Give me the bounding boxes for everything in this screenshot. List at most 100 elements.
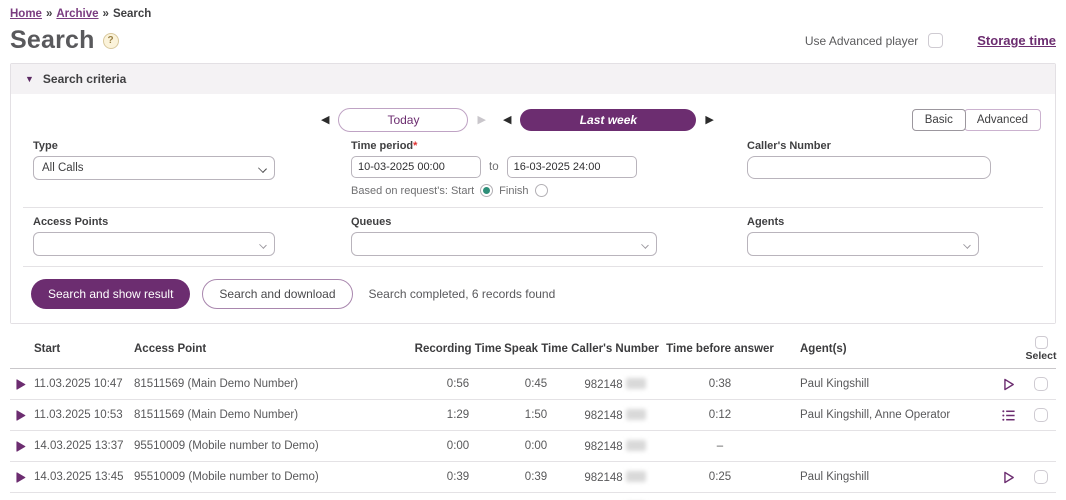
redacted-blur bbox=[626, 471, 646, 482]
table-row[interactable]: 11.03.2025 10:53 81511569 (Main Demo Num… bbox=[10, 400, 1056, 431]
redacted-blur bbox=[626, 378, 646, 389]
row-action-cell bbox=[990, 377, 1026, 392]
col-callers-number: Caller's Number bbox=[570, 343, 660, 355]
finish-radio[interactable] bbox=[535, 184, 548, 197]
row-recording-time: 0:39 bbox=[414, 471, 502, 483]
play-icon[interactable] bbox=[14, 471, 27, 484]
search-criteria-header[interactable]: ▼ Search criteria bbox=[11, 64, 1055, 94]
start-radio[interactable] bbox=[480, 184, 493, 197]
row-play-cell bbox=[10, 440, 34, 453]
breadcrumb-separator: » bbox=[103, 8, 109, 20]
breadcrumb: Home»Archive»Search bbox=[10, 8, 1056, 20]
col-access-point: Access Point bbox=[134, 343, 414, 355]
col-select: Select bbox=[1026, 336, 1056, 362]
row-select-checkbox[interactable] bbox=[1034, 377, 1048, 391]
row-start: 11.03.2025 10:53 bbox=[34, 409, 134, 421]
select-all-checkbox[interactable] bbox=[1035, 336, 1048, 349]
play-outline-icon[interactable] bbox=[1001, 377, 1016, 392]
redacted-blur bbox=[626, 440, 646, 451]
table-header-row: Start Access Point Recording Time Speak … bbox=[10, 328, 1056, 369]
row-caller-number: 982148 bbox=[570, 378, 660, 391]
row-caller-number: 982148 bbox=[570, 440, 660, 453]
play-icon[interactable] bbox=[14, 409, 27, 422]
queues-select[interactable] bbox=[351, 232, 657, 256]
fields-row-1: Type All Calls Time period* to Based on … bbox=[11, 134, 1055, 197]
chevron-down-icon bbox=[258, 164, 267, 173]
help-icon[interactable]: ? bbox=[103, 33, 119, 49]
queues-field: Queues bbox=[351, 216, 657, 256]
row-start: 11.03.2025 10:47 bbox=[34, 378, 134, 390]
row-speak-time: 0:39 bbox=[502, 471, 570, 483]
advanced-mode-button[interactable]: Advanced bbox=[964, 109, 1041, 131]
callers-number-field: Caller's Number bbox=[747, 140, 991, 197]
row-access-point: 81511569 (Main Demo Number) bbox=[134, 378, 414, 390]
collapse-triangle-icon: ▼ bbox=[25, 75, 34, 84]
last-week-button[interactable]: Last week bbox=[520, 109, 696, 131]
play-icon[interactable] bbox=[14, 378, 27, 391]
time-period-label: Time period* bbox=[351, 140, 651, 152]
table-row[interactable]: 14.03.2025 13:37 95510009 (Mobile number… bbox=[10, 431, 1056, 462]
callers-number-label: Caller's Number bbox=[747, 140, 991, 152]
time-period-from-input[interactable] bbox=[351, 156, 481, 178]
table-body: 11.03.2025 10:47 81511569 (Main Demo Num… bbox=[10, 369, 1056, 500]
basic-mode-button[interactable]: Basic bbox=[912, 109, 966, 131]
callers-number-input[interactable] bbox=[747, 156, 991, 179]
use-advanced-player-label: Use Advanced player bbox=[805, 34, 918, 48]
play-outline-icon[interactable] bbox=[1001, 470, 1016, 485]
prev-week-arrow-icon[interactable]: ◀ bbox=[503, 115, 511, 126]
chevron-down-icon bbox=[963, 241, 971, 249]
archive-search-page: Home»Archive»Search Search ? Use Advance… bbox=[0, 0, 1066, 500]
today-button[interactable]: Today bbox=[338, 108, 468, 132]
date-nav: ◀ Today ▶ ◀ Last week ▶ bbox=[321, 108, 714, 132]
finish-label: Finish bbox=[499, 185, 528, 197]
row-recording-time: 1:29 bbox=[414, 409, 502, 421]
access-points-field: Access Points bbox=[33, 216, 275, 256]
row-select-cell bbox=[1026, 408, 1056, 422]
access-points-select[interactable] bbox=[33, 232, 275, 256]
storage-time-link[interactable]: Storage time bbox=[977, 33, 1056, 48]
row-play-cell bbox=[10, 378, 34, 391]
row-access-point: 95510009 (Mobile number to Demo) bbox=[134, 440, 414, 452]
prev-day-arrow-icon[interactable]: ◀ bbox=[321, 115, 329, 126]
based-on-request-line: Based on request's: Start Finish bbox=[351, 184, 651, 197]
row-select-checkbox[interactable] bbox=[1034, 408, 1048, 422]
agents-field: Agents bbox=[747, 216, 979, 256]
type-select-value: All Calls bbox=[42, 162, 84, 174]
next-day-arrow-icon: ▶ bbox=[477, 115, 485, 126]
fields-row-2: Access Points Queues Agents bbox=[11, 216, 1055, 256]
table-row[interactable]: 11.03.2025 10:47 81511569 (Main Demo Num… bbox=[10, 369, 1056, 400]
row-agents: Paul Kingshill bbox=[780, 378, 990, 390]
time-period-to-input[interactable] bbox=[507, 156, 637, 178]
type-label: Type bbox=[33, 140, 275, 152]
access-points-label: Access Points bbox=[33, 216, 275, 228]
row-action-cell bbox=[990, 470, 1026, 485]
row-start: 14.03.2025 13:37 bbox=[34, 440, 134, 452]
row-select-checkbox[interactable] bbox=[1034, 470, 1048, 484]
col-start: Start bbox=[34, 343, 134, 355]
search-show-result-button[interactable]: Search and show result bbox=[31, 279, 190, 309]
row-caller-number: 982148 bbox=[570, 471, 660, 484]
row-caller-number: 982148 bbox=[570, 409, 660, 422]
recordings-list-icon[interactable] bbox=[1001, 408, 1016, 423]
search-criteria-panel: ▼ Search criteria ◀ Today ▶ ◀ Last week … bbox=[10, 63, 1056, 324]
panel-divider bbox=[23, 266, 1043, 267]
agents-label: Agents bbox=[747, 216, 979, 228]
select-column-label: Select bbox=[1026, 350, 1057, 362]
type-select[interactable]: All Calls bbox=[33, 156, 275, 180]
next-week-arrow-icon[interactable]: ▶ bbox=[705, 115, 713, 126]
breadcrumb-home-link[interactable]: Home bbox=[10, 8, 42, 20]
breadcrumb-current: Search bbox=[113, 8, 151, 20]
search-download-button[interactable]: Search and download bbox=[202, 279, 352, 309]
use-advanced-player-checkbox[interactable] bbox=[928, 33, 943, 48]
title-row: Search ? Use Advanced player Storage tim… bbox=[10, 26, 1056, 55]
row-start: 14.03.2025 13:45 bbox=[34, 471, 134, 483]
breadcrumb-archive-link[interactable]: Archive bbox=[56, 8, 98, 20]
row-speak-time: 0:45 bbox=[502, 378, 570, 390]
results-table: Start Access Point Recording Time Speak … bbox=[10, 328, 1056, 500]
agents-select[interactable] bbox=[747, 232, 979, 256]
table-row[interactable]: 14.03.2025 13:45 95510009 (Mobile number… bbox=[10, 462, 1056, 493]
table-row[interactable]: 14.03.2025 13:46 95510009 (Mobile number… bbox=[10, 493, 1056, 500]
play-icon[interactable] bbox=[14, 440, 27, 453]
row-select-cell bbox=[1026, 377, 1056, 391]
row-access-point: 81511569 (Main Demo Number) bbox=[134, 409, 414, 421]
